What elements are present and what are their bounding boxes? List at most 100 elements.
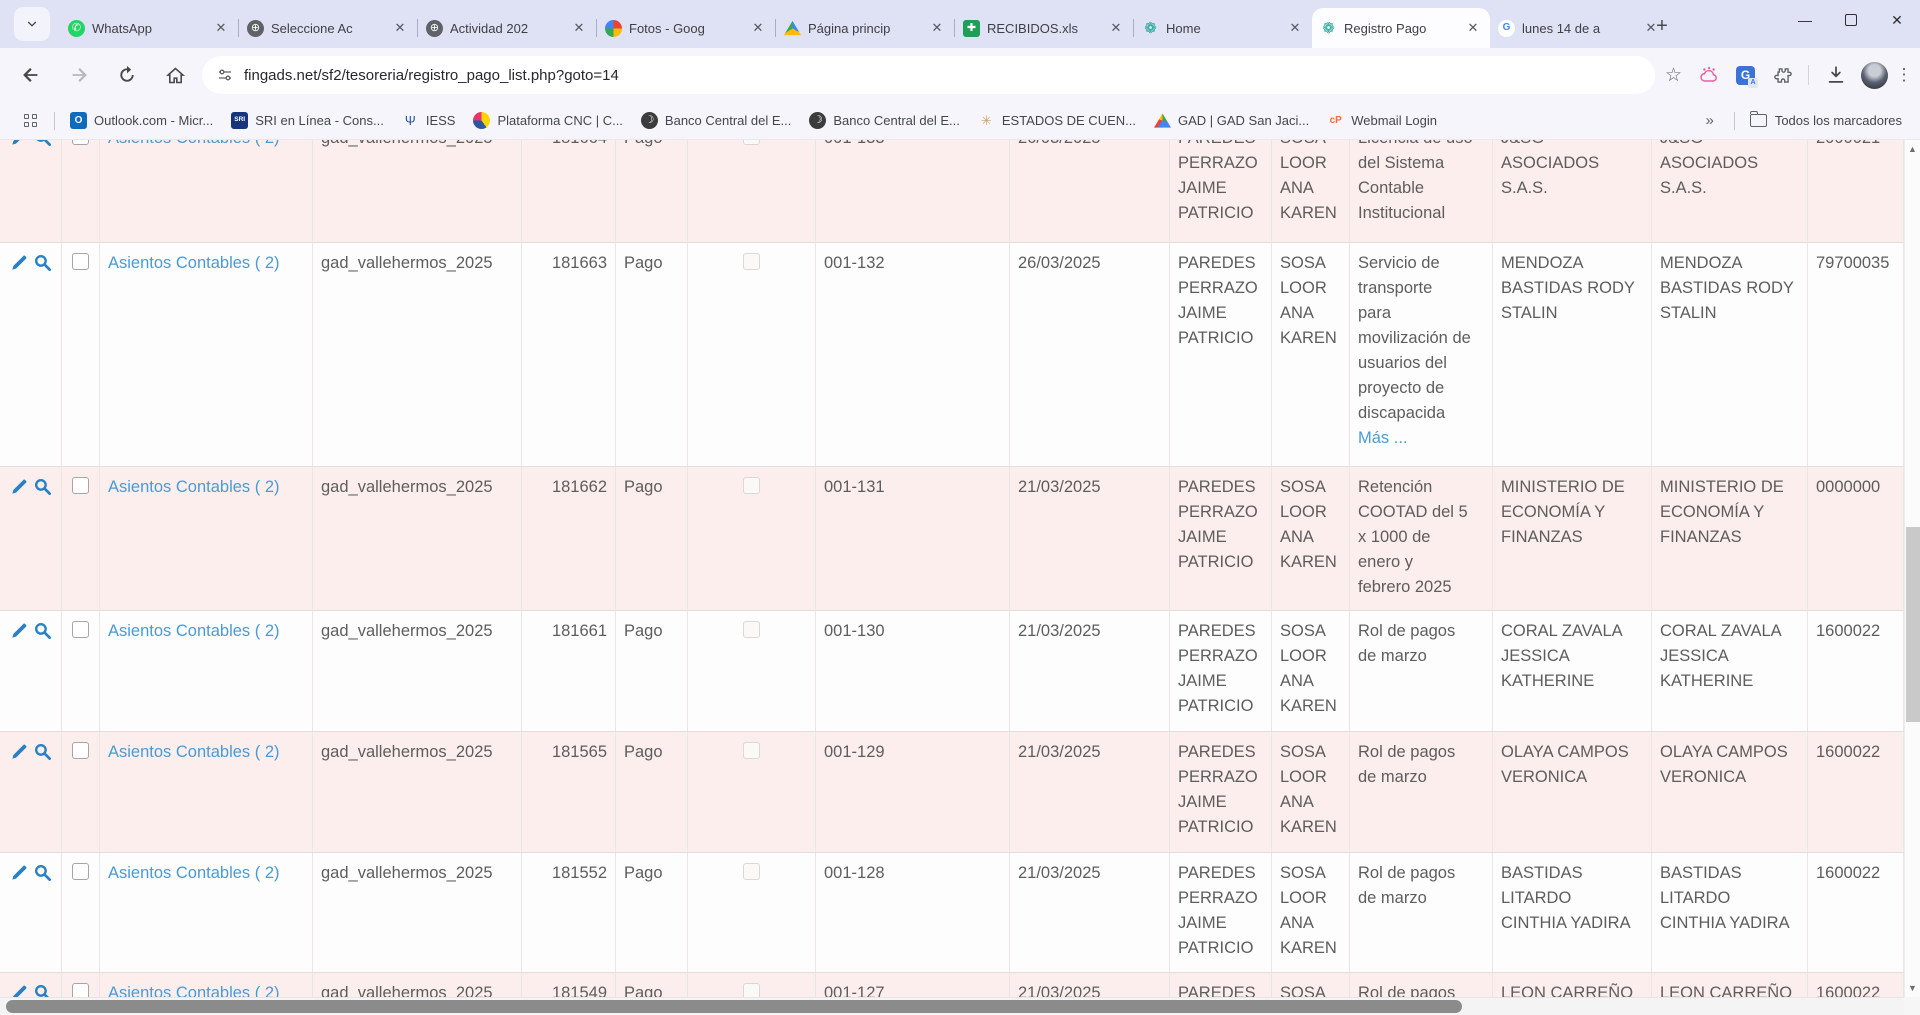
bookmark-item[interactable]: Plataforma CNC | C... (473, 112, 622, 129)
edit-pencil-icon[interactable] (10, 983, 29, 997)
close-window-button[interactable]: ✕ (1874, 0, 1920, 40)
edit-pencil-icon[interactable] (10, 742, 29, 761)
asientos-contables-link[interactable]: Asientos Contables ( 2) (100, 973, 313, 997)
flag-checkbox-cell (688, 611, 816, 731)
tab-close-icon[interactable]: ✕ (212, 19, 230, 37)
asientos-contables-link[interactable]: Asientos Contables ( 2) (100, 853, 313, 972)
site-info-icon[interactable] (216, 66, 234, 84)
browser-tab-strip: ✆WhatsApp✕⊕Seleccione Ac✕⊕Actividad 202✕… (0, 0, 1920, 48)
edit-pencil-icon[interactable] (10, 863, 29, 882)
view-magnifier-icon[interactable] (33, 621, 52, 640)
bookmarks-overflow-chevron[interactable]: » (1705, 112, 1713, 129)
new-tab-button[interactable]: + (1648, 12, 1676, 40)
reload-button[interactable] (110, 58, 144, 92)
asientos-contables-link[interactable]: Asientos Contables ( 2) (100, 611, 313, 731)
tab-close-icon[interactable]: ✕ (570, 19, 588, 37)
view-magnifier-icon[interactable] (33, 253, 52, 272)
horizontal-scrollbar-thumb[interactable] (6, 1000, 1462, 1013)
tab-close-icon[interactable]: ✕ (1107, 19, 1125, 37)
browser-tab[interactable]: ❁Registro Pago✕ (1312, 8, 1490, 48)
database-cell: gad_vallehermos_2025 (313, 467, 522, 610)
row-checkbox[interactable] (72, 983, 89, 997)
profile-avatar[interactable] (1861, 62, 1888, 89)
horizontal-scrollbar[interactable] (0, 997, 1904, 1015)
mas-link[interactable]: Más ... (1358, 426, 1484, 451)
address-bar[interactable]: fingads.net/sf2/tesoreria/registro_pago_… (202, 56, 1655, 94)
edit-pencil-icon[interactable] (10, 621, 29, 640)
flag-checkbox[interactable] (743, 983, 760, 997)
bookmark-item[interactable]: ✳ESTADOS DE CUEN... (978, 112, 1136, 129)
row-actions (0, 140, 62, 242)
forward-button[interactable] (62, 58, 96, 92)
flag-checkbox[interactable] (743, 477, 760, 494)
row-checkbox[interactable] (72, 253, 89, 270)
extension-cloud-icon[interactable] (1698, 64, 1720, 86)
bookmark-item[interactable]: ΨIESS (402, 112, 456, 129)
bookmark-star-icon[interactable]: ☆ (1665, 64, 1682, 87)
view-magnifier-icon[interactable] (33, 477, 52, 496)
browser-tab[interactable]: ⊕Actividad 202✕ (418, 8, 596, 48)
bookmark-item[interactable]: SRISRI en Línea - Cons... (231, 112, 384, 129)
url-text[interactable]: fingads.net/sf2/tesoreria/registro_pago_… (244, 67, 619, 84)
tab-close-icon[interactable]: ✕ (749, 19, 767, 37)
database-cell: gad_vallehermos_2025 (313, 973, 522, 997)
all-bookmarks-button[interactable]: Todos los marcadores (1750, 113, 1920, 128)
browser-tab[interactable]: ❁Home✕ (1134, 8, 1312, 48)
browser-tab[interactable]: Fotos - Goog✕ (597, 8, 775, 48)
vertical-scrollbar[interactable]: ▲ ▼ (1904, 140, 1920, 997)
beneficiario2-cell: MINISTERIO DE ECONOMÍA Y FINANZAS (1652, 467, 1808, 610)
downloads-icon[interactable] (1825, 64, 1847, 86)
browser-tab[interactable]: Página princip✕ (776, 8, 954, 48)
row-checkbox[interactable] (72, 863, 89, 880)
bookmark-item[interactable]: GAD | GAD San Jaci... (1154, 112, 1309, 129)
maximize-icon (1845, 14, 1857, 26)
row-checkbox[interactable] (72, 140, 89, 145)
edit-pencil-icon[interactable] (10, 253, 29, 272)
apps-grid-icon[interactable] (24, 114, 38, 128)
back-button[interactable] (14, 58, 48, 92)
view-magnifier-icon[interactable] (33, 140, 52, 147)
bookmark-item[interactable]: OOutlook.com - Micr... (70, 112, 213, 129)
flag-checkbox[interactable] (743, 140, 760, 145)
tab-title: Home (1166, 21, 1279, 36)
edit-pencil-icon[interactable] (10, 140, 29, 147)
flag-checkbox[interactable] (743, 621, 760, 638)
row-checkbox-cell (62, 732, 100, 852)
scroll-up-arrow-icon[interactable]: ▲ (1905, 144, 1920, 154)
view-magnifier-icon[interactable] (33, 983, 52, 997)
asientos-contables-link[interactable]: Asientos Contables ( 2) (100, 732, 313, 852)
tab-search-button[interactable] (14, 7, 50, 41)
home-button[interactable] (158, 58, 192, 92)
tab-close-icon[interactable]: ✕ (1286, 19, 1304, 37)
browser-tab[interactable]: ⊕Seleccione Ac✕ (239, 8, 417, 48)
scroll-down-arrow-icon[interactable]: ▼ (1905, 983, 1920, 993)
row-checkbox[interactable] (72, 477, 89, 494)
row-checkbox[interactable] (72, 742, 89, 759)
flag-checkbox[interactable] (743, 742, 760, 759)
flag-checkbox[interactable] (743, 863, 760, 880)
beneficiario2-cell: LEON CARREÑO (1652, 973, 1808, 997)
bookmark-item[interactable]: ☽Banco Central del E... (809, 112, 959, 129)
tab-close-icon[interactable]: ✕ (1464, 19, 1482, 37)
bookmark-item[interactable]: cPWebmail Login (1327, 112, 1437, 129)
extensions-puzzle-icon[interactable] (1771, 65, 1792, 86)
view-magnifier-icon[interactable] (33, 742, 52, 761)
browser-tab[interactable]: Glunes 14 de a✕ (1490, 8, 1668, 48)
minimize-button[interactable]: — (1782, 0, 1828, 40)
browser-tab[interactable]: ✚RECIBIDOS.xls✕ (955, 8, 1133, 48)
edit-pencil-icon[interactable] (10, 477, 29, 496)
bookmark-item[interactable]: ☽Banco Central del E... (641, 112, 791, 129)
maximize-button[interactable] (1828, 0, 1874, 40)
view-magnifier-icon[interactable] (33, 863, 52, 882)
menu-kebab-icon[interactable]: ⋮ (1894, 65, 1914, 85)
browser-tab[interactable]: ✆WhatsApp✕ (60, 8, 238, 48)
asientos-contables-link[interactable]: Asientos Contables ( 2) (100, 140, 313, 242)
translate-icon[interactable]: GA (1736, 66, 1755, 85)
row-checkbox[interactable] (72, 621, 89, 638)
flag-checkbox[interactable] (743, 253, 760, 270)
tab-close-icon[interactable]: ✕ (391, 19, 409, 37)
vertical-scrollbar-thumb[interactable] (1906, 527, 1920, 722)
tab-close-icon[interactable]: ✕ (928, 19, 946, 37)
asientos-contables-link[interactable]: Asientos Contables ( 2) (100, 243, 313, 466)
asientos-contables-link[interactable]: Asientos Contables ( 2) (100, 467, 313, 610)
